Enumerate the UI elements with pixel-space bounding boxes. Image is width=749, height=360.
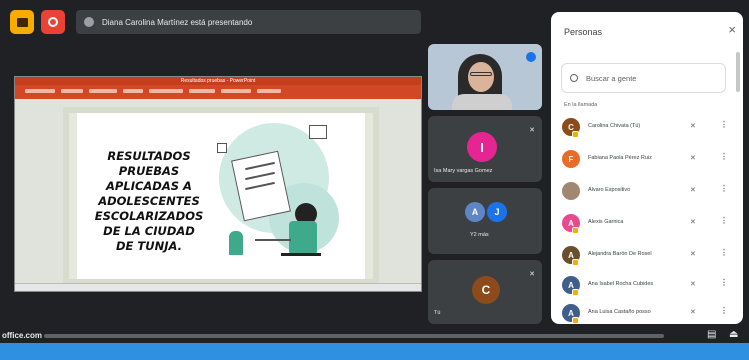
participant-avatar: J <box>487 202 507 222</box>
more-options-icon[interactable]: ⋮ <box>720 216 728 225</box>
participant-name: Tú <box>434 310 441 316</box>
mic-off-icon: ✕ <box>529 127 535 134</box>
participant-name: Y2 más <box>470 232 489 238</box>
participant-name: Ana Luisa Castaño posso <box>588 309 651 315</box>
caption-icon[interactable]: ▤ <box>707 329 716 340</box>
mic-off-icon[interactable]: ✕ <box>690 280 696 288</box>
ppt-ribbon <box>15 85 421 99</box>
participant-row[interactable]: A Alejandra Barón De Rosel ✕ ⋮ <box>551 240 743 270</box>
participant-row[interactable]: F Fabiana Paola Pérez Ruiz ✕ ⋮ <box>551 144 743 174</box>
host-badge-icon <box>572 227 579 234</box>
url-text: office.com <box>2 331 43 340</box>
more-options-icon[interactable]: ⋮ <box>720 152 728 161</box>
participant-row[interactable]: A Ana Luisa Castaño posso ✕ ⋮ <box>551 298 743 324</box>
more-options-icon[interactable]: ⋮ <box>720 306 728 315</box>
participant-avatar: I <box>467 132 497 162</box>
browser-status-bar: office.com ▤ ⏏ <box>0 329 749 343</box>
search-placeholder: Buscar a gente <box>586 73 637 83</box>
participant-avatar: C <box>472 276 500 304</box>
participant-name: Isa Mary vargas Gomez <box>434 168 493 174</box>
participant-tile-self[interactable]: C Tú ✕ <box>428 260 542 324</box>
participant-name: Fabiana Paola Pérez Ruiz <box>588 155 652 161</box>
participant-tile[interactable]: I Isa Mary vargas Gomez ✕ <box>428 116 542 182</box>
presenting-banner: Diana Carolina Martínez está presentando <box>76 10 421 34</box>
ppt-canvas: RESULTADOS PRUEBAS APLICADAS A ADOLESCEN… <box>15 99 421 285</box>
host-badge-icon <box>572 317 579 324</box>
participant-name: Ana Isabel Rocha Cubides <box>588 281 654 287</box>
participant-tile-group[interactable]: A J Y2 más <box>428 188 542 254</box>
present-icon[interactable] <box>10 10 34 34</box>
presenter-avatar-icon <box>84 17 94 27</box>
upload-icon[interactable]: ⏏ <box>729 329 738 340</box>
top-bar: Diana Carolina Martínez está presentando <box>0 0 545 44</box>
section-label: En la llamada <box>564 102 598 108</box>
participant-row[interactable]: A Alexis Garnica ✕ ⋮ <box>551 208 743 238</box>
mic-off-icon[interactable]: ✕ <box>690 218 696 226</box>
ppt-title-bar: Resultados pruebas - PowerPoint <box>15 77 421 85</box>
mic-off-icon[interactable]: ✕ <box>690 186 696 194</box>
host-badge-icon <box>572 289 579 296</box>
participant-name: Álvaro Espositivo <box>588 187 631 193</box>
shared-presentation: Resultados pruebas - PowerPoint RESULTAD… <box>14 76 422 292</box>
mic-off-icon[interactable]: ✕ <box>690 122 696 130</box>
avatar: F <box>562 150 580 168</box>
slide: RESULTADOS PRUEBAS APLICADAS A ADOLESCEN… <box>63 107 379 285</box>
mic-off-icon: ✕ <box>529 271 535 278</box>
record-icon[interactable] <box>41 10 65 34</box>
taskbar <box>0 343 749 360</box>
presenting-text: Diana Carolina Martínez está presentando <box>102 17 253 27</box>
people-panel: Personas × Buscar a gente En la llamada … <box>551 12 743 324</box>
scrollbar[interactable] <box>736 52 740 92</box>
meet-screen: Diana Carolina Martínez está presentando… <box>0 0 749 360</box>
slide-title: RESULTADOS PRUEBAS APLICADAS A ADOLESCEN… <box>94 149 204 253</box>
participant-name: Alexis Garnica <box>588 219 624 225</box>
close-icon[interactable]: × <box>728 22 736 37</box>
host-badge-icon <box>572 131 579 138</box>
participant-name: Carolina Chivata (Tú) <box>588 123 641 129</box>
more-options-icon[interactable]: ⋮ <box>720 278 728 287</box>
avatar <box>562 182 580 200</box>
people-title: Personas <box>564 27 603 37</box>
mic-off-icon[interactable]: ✕ <box>690 308 696 316</box>
participant-tile-video[interactable] <box>428 44 542 110</box>
search-icon <box>570 74 578 82</box>
participant-name: Alejandra Barón De Rosel <box>588 251 652 257</box>
participant-avatar: A <box>465 202 485 222</box>
ppt-status-bar <box>15 283 421 291</box>
mic-off-icon[interactable]: ✕ <box>690 154 696 162</box>
more-options-icon[interactable]: ⋮ <box>720 120 728 129</box>
url-remainder <box>44 334 664 338</box>
participant-row[interactable]: A Ana Isabel Rocha Cubides ✕ ⋮ <box>551 270 743 300</box>
participant-row[interactable]: Álvaro Espositivo ✕ ⋮ <box>551 176 743 206</box>
search-input[interactable]: Buscar a gente <box>561 63 726 93</box>
more-options-icon[interactable]: ⋮ <box>720 184 728 193</box>
more-options-icon[interactable]: ⋮ <box>720 248 728 257</box>
host-badge-icon <box>572 259 579 266</box>
participant-row[interactable]: C Carolina Chivata (Tú) ✕ ⋮ <box>551 112 743 142</box>
mic-off-icon[interactable]: ✕ <box>690 250 696 258</box>
